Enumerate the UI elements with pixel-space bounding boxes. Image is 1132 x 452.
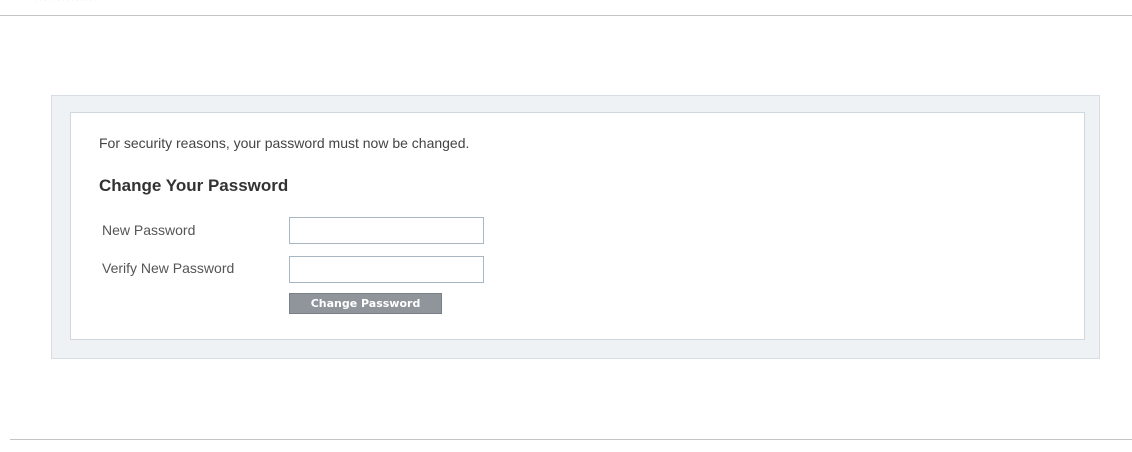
new-password-label: New Password bbox=[102, 222, 196, 238]
verify-password-input[interactable] bbox=[289, 256, 484, 283]
password-change-panel: For security reasons, your password must… bbox=[51, 95, 1100, 359]
bottom-divider bbox=[10, 439, 1132, 440]
form-heading: Change Your Password bbox=[99, 176, 289, 195]
top-divider bbox=[0, 15, 1132, 16]
security-notice: For security reasons, your password must… bbox=[99, 135, 470, 151]
verify-password-label: Verify New Password bbox=[102, 260, 235, 276]
header-faded-text: ··· ·········· bbox=[34, 0, 99, 6]
change-password-button[interactable]: Change Password bbox=[289, 293, 442, 314]
password-change-form: For security reasons, your password must… bbox=[70, 112, 1085, 340]
new-password-input[interactable] bbox=[289, 217, 484, 244]
